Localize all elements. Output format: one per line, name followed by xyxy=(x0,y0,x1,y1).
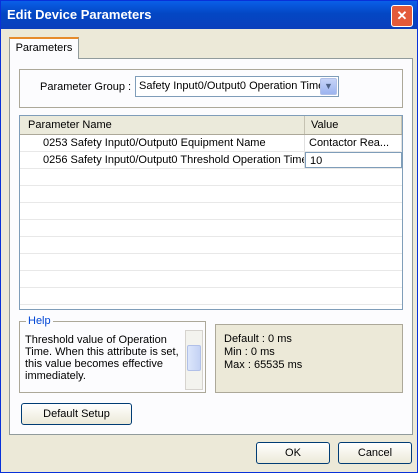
default-setup-button[interactable]: Default Setup xyxy=(21,403,132,425)
parameter-group-box: Parameter Group : Safety Input0/Output0 … xyxy=(19,69,403,108)
help-text: Threshold value of Operation Time. When … xyxy=(25,334,179,382)
window-title: Edit Device Parameters xyxy=(7,7,152,22)
title-bar: Edit Device Parameters ✕ xyxy=(1,1,417,29)
parameter-value-input[interactable]: 10 xyxy=(305,152,402,168)
parameters-panel: Parameter Group : Safety Input0/Output0 … xyxy=(9,58,413,435)
parameter-name-cell: 0256 Safety Input0/Output0 Threshold Ope… xyxy=(20,152,305,168)
parameter-grid: Parameter Name Value 0253 Safety Input0/… xyxy=(19,115,403,310)
parameter-group-value: Safety Input0/Output0 Operation Time xyxy=(139,80,325,92)
empty-row xyxy=(20,271,402,288)
parameter-group-select[interactable]: Safety Input0/Output0 Operation Time ▼ xyxy=(135,76,339,97)
chevron-down-icon[interactable]: ▼ xyxy=(320,78,337,95)
scrollbar-thumb[interactable] xyxy=(187,345,201,371)
close-icon[interactable]: ✕ xyxy=(391,5,413,27)
tab-parameters[interactable]: Parameters xyxy=(9,37,79,59)
empty-row xyxy=(20,203,402,220)
parameter-group-label: Parameter Group : xyxy=(40,81,132,93)
cancel-button[interactable]: Cancel xyxy=(338,442,412,464)
column-header-parameter-name[interactable]: Parameter Name xyxy=(20,116,305,134)
max-value-text: Max : 65535 ms xyxy=(224,359,303,371)
edit-device-parameters-dialog: Edit Device Parameters ✕ Parameters Para… xyxy=(0,0,418,473)
min-value-text: Min : 0 ms xyxy=(224,346,275,358)
table-row[interactable]: 0256 Safety Input0/Output0 Threshold Ope… xyxy=(20,152,402,169)
help-scrollbar[interactable] xyxy=(185,330,203,390)
help-box: Threshold value of Operation Time. When … xyxy=(19,321,206,393)
ok-button[interactable]: OK xyxy=(256,442,330,464)
help-label: Help xyxy=(26,315,53,327)
empty-row xyxy=(20,254,402,271)
default-value-text: Default : 0 ms xyxy=(224,333,292,345)
empty-row xyxy=(20,220,402,237)
table-row[interactable]: 0253 Safety Input0/Output0 Equipment Nam… xyxy=(20,135,402,152)
parameter-name-cell: 0253 Safety Input0/Output0 Equipment Nam… xyxy=(20,135,305,151)
column-header-value[interactable]: Value xyxy=(305,116,402,134)
parameter-value-cell[interactable]: Contactor Rea... xyxy=(305,135,402,151)
empty-row xyxy=(20,186,402,203)
empty-row xyxy=(20,169,402,186)
parameter-range-info: Default : 0 ms Min : 0 ms Max : 65535 ms xyxy=(215,324,403,393)
grid-header: Parameter Name Value xyxy=(20,116,402,135)
empty-row xyxy=(20,288,402,305)
empty-row xyxy=(20,237,402,254)
